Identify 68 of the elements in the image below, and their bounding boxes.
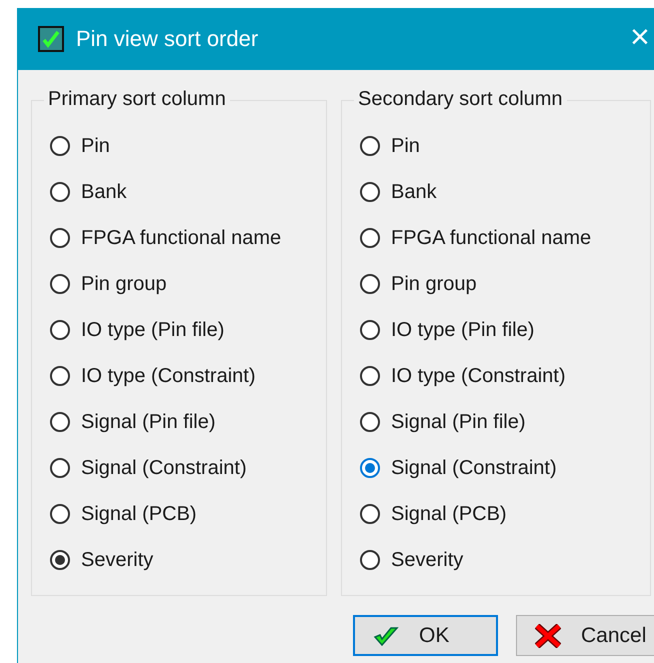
radio-option[interactable]: Signal (Constraint): [360, 445, 650, 491]
radio-option[interactable]: Bank: [360, 169, 650, 215]
option-label: IO type (Pin file): [81, 318, 224, 342]
radio-button[interactable]: [360, 320, 380, 340]
radio-button[interactable]: [360, 228, 380, 248]
radio-button[interactable]: [360, 412, 380, 432]
radio-option[interactable]: IO type (Constraint): [360, 353, 650, 399]
radio-button[interactable]: [50, 228, 70, 248]
option-label: IO type (Constraint): [81, 364, 256, 388]
radio-button[interactable]: [360, 366, 380, 386]
radio-option[interactable]: Signal (Pin file): [360, 399, 650, 445]
option-label: Pin group: [391, 272, 477, 296]
radio-option[interactable]: Severity: [50, 537, 326, 583]
option-label: Pin: [81, 134, 110, 158]
option-label: Signal (PCB): [81, 502, 197, 526]
radio-button[interactable]: [50, 182, 70, 202]
check-icon: [373, 624, 399, 646]
radio-button[interactable]: [50, 550, 70, 570]
radio-option[interactable]: IO type (Pin file): [360, 307, 650, 353]
radio-option[interactable]: Signal (PCB): [50, 491, 326, 537]
option-label: IO type (Constraint): [391, 364, 566, 388]
radio-button[interactable]: [360, 458, 380, 478]
option-label: Severity: [81, 548, 154, 572]
radio-option[interactable]: FPGA functional name: [360, 215, 650, 261]
radio-button[interactable]: [360, 550, 380, 570]
radio-option[interactable]: Signal (Constraint): [50, 445, 326, 491]
check-icon: [38, 26, 64, 52]
option-label: FPGA functional name: [391, 226, 592, 250]
option-label: Signal (PCB): [391, 502, 507, 526]
radio-option[interactable]: Pin: [360, 123, 650, 169]
radio-option[interactable]: Severity: [360, 537, 650, 583]
cancel-button[interactable]: Cancel: [516, 615, 654, 656]
radio-option[interactable]: Pin group: [50, 261, 326, 307]
radio-button[interactable]: [360, 504, 380, 524]
radio-button[interactable]: [50, 504, 70, 524]
radio-button[interactable]: [360, 182, 380, 202]
radio-option[interactable]: IO type (Constraint): [50, 353, 326, 399]
option-label: Pin group: [81, 272, 167, 296]
option-label: Bank: [81, 180, 127, 204]
group-title: Primary sort column: [44, 88, 230, 111]
radio-button[interactable]: [50, 320, 70, 340]
option-label: Pin: [391, 134, 420, 158]
radio-button[interactable]: [50, 412, 70, 432]
radio-button[interactable]: [360, 274, 380, 294]
radio-button[interactable]: [50, 366, 70, 386]
radio-option[interactable]: Signal (Pin file): [50, 399, 326, 445]
option-label: IO type (Pin file): [391, 318, 534, 342]
radio-button[interactable]: [360, 136, 380, 156]
radio-button[interactable]: [50, 458, 70, 478]
option-label: Signal (Constraint): [81, 456, 247, 480]
option-label: FPGA functional name: [81, 226, 282, 250]
close-icon: [535, 624, 561, 648]
option-label: Signal (Pin file): [81, 410, 216, 434]
radio-button[interactable]: [50, 274, 70, 294]
ok-button[interactable]: OK: [353, 615, 498, 656]
radio-option[interactable]: Signal (PCB): [360, 491, 650, 537]
option-label: Bank: [391, 180, 437, 204]
option-label: Signal (Constraint): [391, 456, 557, 480]
radio-option[interactable]: Bank: [50, 169, 326, 215]
radio-button[interactable]: [50, 136, 70, 156]
radio-option[interactable]: FPGA functional name: [50, 215, 326, 261]
radio-option[interactable]: Pin: [50, 123, 326, 169]
option-label: Severity: [391, 548, 464, 572]
option-label: Signal (Pin file): [391, 410, 526, 434]
radio-option[interactable]: IO type (Pin file): [50, 307, 326, 353]
window-title: Pin view sort order: [76, 26, 258, 52]
radio-option[interactable]: Pin group: [360, 261, 650, 307]
group-title: Secondary sort column: [354, 88, 567, 111]
